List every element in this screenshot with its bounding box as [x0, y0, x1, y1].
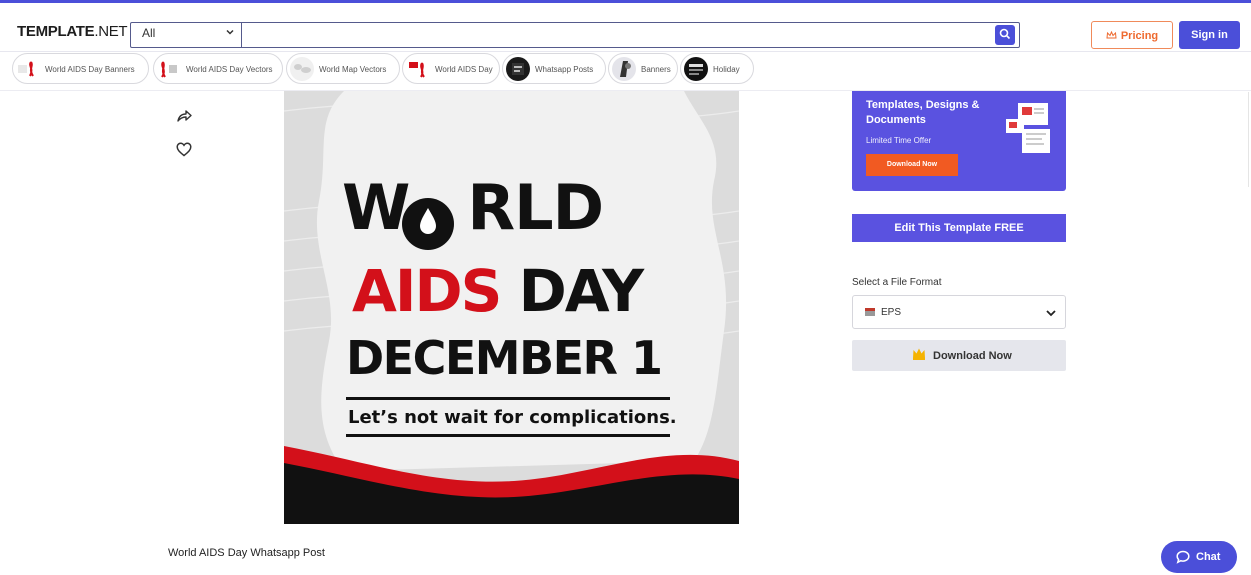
- template-preview-image[interactable]: W RLD AIDS DAY DECEMBER 1 Let’s not wait …: [284, 91, 739, 524]
- poster-tagline: Let’s not wait for complications.: [346, 397, 677, 437]
- chip-label: World AIDS Day: [435, 65, 493, 74]
- heart-icon[interactable]: [176, 142, 192, 162]
- banner-thumb-icon: [612, 57, 636, 81]
- poster-title-world: W RLD: [342, 171, 604, 244]
- poster-title-aids-day: AIDS DAY: [352, 257, 644, 325]
- holiday-thumb-icon: [684, 57, 708, 81]
- chip-label: Holiday: [713, 65, 740, 74]
- logo-suffix-text: .NET: [94, 23, 128, 40]
- chip-world-aids-day[interactable]: World AIDS Day: [402, 53, 500, 84]
- aids-day-thumb-icon: [406, 57, 430, 81]
- download-now-label: Download Now: [933, 350, 1012, 362]
- search-icon: [999, 28, 1011, 40]
- chip-world-aids-day-banners[interactable]: World AIDS Day Banners: [12, 53, 149, 84]
- documents-illustration-icon: [1006, 103, 1050, 153]
- world-map-thumb-icon: [290, 57, 314, 81]
- chip-world-map-vectors[interactable]: World Map Vectors: [286, 53, 400, 84]
- chevron-down-icon: [225, 27, 235, 40]
- site-logo[interactable]: TEMPLATE.NET: [17, 23, 128, 40]
- chip-world-aids-day-vectors[interactable]: World AIDS Day Vectors: [153, 53, 283, 84]
- template-title: World AIDS Day Whatsapp Post: [168, 547, 325, 559]
- pricing-label: Pricing: [1120, 30, 1159, 42]
- chip-label: Banners: [641, 65, 671, 74]
- file-format-select[interactable]: EPS: [852, 295, 1066, 329]
- chat-button[interactable]: Chat: [1161, 541, 1237, 573]
- search-input[interactable]: [243, 23, 995, 47]
- chat-bubble-icon: [1176, 550, 1190, 564]
- chip-whatsapp-posts[interactable]: Whatsapp Posts: [502, 53, 606, 84]
- edit-template-button[interactable]: Edit This Template FREE: [852, 214, 1066, 242]
- search-button[interactable]: [995, 25, 1015, 45]
- chip-label: World AIDS Day Banners: [45, 65, 135, 74]
- search-category-value: All: [142, 26, 156, 40]
- logo-main-text: TEMPLATE: [17, 23, 95, 40]
- aids-vector-thumb-icon: [157, 57, 181, 81]
- promo-heading: Templates, Designs & Documents: [866, 99, 980, 126]
- search-category-select[interactable]: All: [131, 23, 242, 47]
- chip-label: Whatsapp Posts: [535, 65, 594, 74]
- file-format-value: EPS: [881, 307, 902, 318]
- crown-icon: [1106, 30, 1117, 39]
- file-type-icon: [865, 308, 875, 316]
- pricing-button[interactable]: Pricing: [1091, 21, 1173, 49]
- chip-banners[interactable]: Banners: [608, 53, 678, 84]
- file-format-label: Select a File Format: [852, 277, 942, 288]
- chevron-down-icon: [1046, 310, 1056, 317]
- chip-label: World Map Vectors: [319, 65, 387, 74]
- red-ribbon-thumb-icon: [16, 57, 40, 81]
- chat-label: Chat: [1196, 551, 1221, 563]
- promo-subtext: Limited Time Offer: [866, 136, 932, 145]
- search-bar: All: [130, 22, 1020, 48]
- poster-date: DECEMBER 1: [346, 331, 663, 385]
- sign-in-button[interactable]: Sign in: [1179, 21, 1240, 49]
- crown-icon: [913, 348, 925, 360]
- chip-holiday[interactable]: Holiday: [680, 53, 754, 84]
- promo-download-button[interactable]: Download Now: [866, 154, 958, 176]
- promo-banner: Templates, Designs & Documents Limited T…: [852, 91, 1066, 191]
- chip-label: World AIDS Day Vectors: [186, 65, 273, 74]
- share-icon[interactable]: [176, 109, 192, 128]
- download-now-button[interactable]: Download Now: [852, 340, 1066, 371]
- sign-in-label: Sign in: [1191, 29, 1228, 41]
- whatsapp-post-thumb-icon: [506, 57, 530, 81]
- header-bar: TEMPLATE.NET All Pricing Sign in: [0, 3, 1251, 52]
